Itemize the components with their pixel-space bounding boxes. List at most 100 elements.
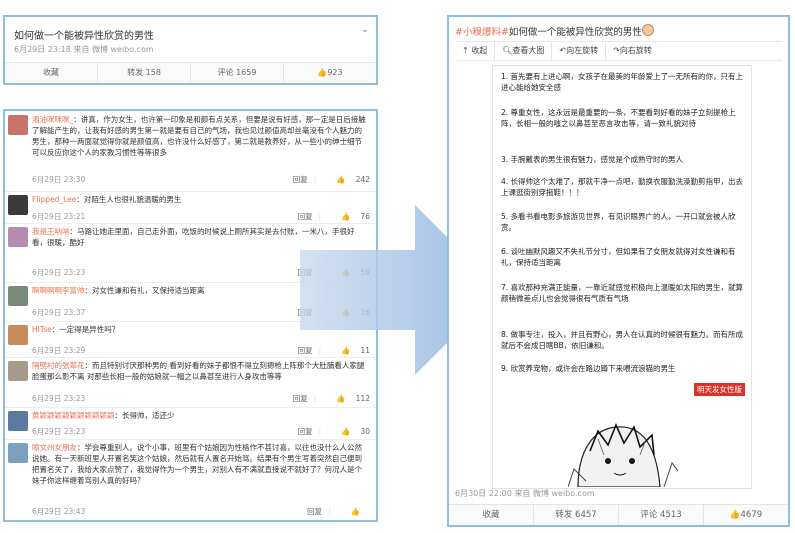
comment-body: ：一定得是异性吗？: [51, 325, 120, 334]
expanded-post-card: #小糗爆料#如何做一个能被异性欣赏的男性 ⇡ 收起 🔍︎查看大图 ↶向左旋转 ↷…: [447, 15, 790, 527]
comment-text: 喻文州女朋友：学会尊重别人。说个小事，班里有个姑娘因为性格作不甚讨喜，以往也没什…: [32, 442, 369, 486]
comment-time: 6月29日 23:21: [32, 212, 86, 221]
thumb-up-icon: 👍: [729, 510, 741, 520]
collapse-button[interactable]: ⇡ 收起: [455, 42, 496, 60]
comment-username[interactable]: Flipped_Lee: [32, 195, 76, 204]
divider: |: [313, 175, 317, 184]
comment-button[interactable]: 评论 4513: [618, 505, 703, 525]
post-action-bar: 收藏 转发 6457 评论 4513 👍4679: [449, 504, 788, 525]
avatar[interactable]: [8, 227, 28, 247]
comment-username[interactable]: 啊啊啊啊李富帅: [32, 286, 85, 295]
thumb-up-icon: 👍: [336, 175, 346, 184]
comment-body: ：对女性谦和有礼，又保持适当距离: [84, 286, 205, 295]
reply-button[interactable]: 回复: [293, 394, 308, 403]
emoji-icon: [641, 24, 654, 36]
comment-item: 喻文州女朋友：学会尊重别人。说个小事，班里有个姑娘因为性格作不甚讨喜，以往也没什…: [5, 439, 376, 520]
favorite-button[interactable]: 收藏: [449, 505, 533, 525]
comment-body: ：讲真，作为女生，也许第一印象是和颜有点关系，但要是说有好感，那一定是日后接触了…: [32, 115, 366, 157]
post-title: #小糗爆料#如何做一个能被异性欣赏的男性: [455, 24, 654, 38]
avatar[interactable]: [8, 361, 28, 381]
hashtag-link[interactable]: #小糗爆料#: [455, 27, 509, 38]
rotate-right-button[interactable]: ↷向右旋转: [606, 42, 659, 60]
comment-body: ：学会尊重别人。说个小事，班里有个姑娘因为性格作不甚讨喜，以往也没什么人公然说她…: [32, 443, 362, 485]
comment-actions: 回复 | 👍 30: [288, 426, 370, 437]
avatar[interactable]: [8, 115, 28, 135]
comment-time: 6月29日 23:43: [32, 507, 86, 516]
rotate-right-label: 向右旋转: [619, 46, 652, 55]
comment-time: 6月29日 23:30: [32, 175, 86, 184]
tip-item: 6. 谈吐幽默风趣又不失礼节分寸，但如果有了女朋友就得对女性谦和有礼，保持适当距…: [501, 247, 736, 267]
post-title-text: 如何做一个能被异性欣赏的男性: [508, 27, 642, 38]
magnifier-icon: 🔍︎: [502, 46, 513, 55]
comment-time: 6月29日 23:37: [32, 308, 86, 317]
like-count: 4679: [740, 510, 763, 520]
like-count: 923: [327, 68, 343, 77]
comment-item: 黄颖颖颖颖颖颖颖颖颖颖：长得帅，适还少 6月29日 23:23 回复 | 👍 30: [5, 407, 376, 440]
post-meta: 6月29日 23:18 来自 微博 weibo.com: [14, 45, 154, 54]
repost-button[interactable]: 转发 158: [97, 63, 190, 83]
comment-button[interactable]: 评论 1659: [190, 63, 283, 83]
comment-body: ：对陌生人也很礼貌温暖的男生: [76, 195, 182, 204]
comment-username[interactable]: 隔壁村的张翠花: [32, 361, 85, 370]
thumb-up-icon: 👍: [350, 507, 360, 516]
chevron-down-icon[interactable]: ⌄: [361, 24, 369, 35]
comment-like-count: 112: [355, 394, 370, 403]
view-large-button[interactable]: 🔍︎查看大图: [495, 42, 553, 60]
rotate-left-label: 向左旋转: [566, 46, 599, 55]
comment-username[interactable]: 黄颖颖颖颖颖颖颖颖颖颖: [32, 411, 115, 420]
thumb-up-icon: 👍: [336, 394, 346, 403]
comment-username[interactable]: HITse: [32, 325, 52, 334]
post-meta: 6月30日 22:00 来自 微博 weibo.com: [455, 489, 595, 498]
reply-button[interactable]: 回复: [307, 507, 322, 516]
comment-item: 湘油咪咪咪_：讲真，作为女生，也许第一印象是和颜有点关系，但要是说有好感，那一定…: [5, 111, 376, 192]
divider: |: [318, 427, 322, 436]
comment-like-button[interactable]: 👍 242: [326, 175, 370, 184]
like-button[interactable]: 👍923: [283, 63, 376, 83]
comment-text: Flipped_Lee：对陌生人也很礼貌温暖的男生: [32, 194, 369, 205]
collapse-label: 收起: [471, 46, 488, 55]
tip-item: 4. 长得帅这个太难了，那就干净一点吧，勤换衣服勤洗澡勤剪指甲，出去上课逛街别穿…: [501, 177, 744, 197]
avatar[interactable]: [8, 325, 28, 345]
reply-button[interactable]: 回复: [298, 427, 313, 436]
comment-text: 湘油咪咪咪_：讲真，作为女生，也许第一印象是和颜有点关系，但要是说有好感，那一定…: [32, 114, 369, 158]
comment-like-button[interactable]: 👍 30: [331, 427, 370, 436]
avatar[interactable]: [8, 195, 28, 215]
rotate-left-button[interactable]: ↶向左旋转: [552, 42, 607, 60]
comment-username[interactable]: 湘油咪咪咪_: [32, 115, 73, 124]
repost-button[interactable]: 转发 6457: [533, 505, 618, 525]
comment-like-button[interactable]: 👍: [341, 507, 370, 516]
comment-time: 6月29日 23:23: [32, 427, 86, 436]
comment-username[interactable]: 我是王呐呐: [32, 227, 70, 236]
image-toolbar: ⇡ 收起 🔍︎查看大图 ↶向左旋转 ↷向右旋转: [455, 41, 782, 61]
comment-like-count: 30: [360, 427, 370, 436]
divider: |: [328, 507, 331, 516]
tip-item: 9. 欣赏养宠物，或许会在路边蹲下来喂流浪猫的男生: [501, 364, 676, 373]
tip-item: 3. 手腕戴表的男生很有魅力，感觉是个成熟守时的男人: [501, 155, 684, 164]
reply-button[interactable]: 回复: [293, 175, 308, 184]
comment-time: 6月29日 23:23: [32, 268, 86, 277]
comment-text: 黄颖颖颖颖颖颖颖颖颖颖：长得帅，适还少: [32, 410, 369, 421]
avatar[interactable]: [8, 411, 28, 431]
divider: |: [313, 394, 317, 403]
avatar[interactable]: [8, 286, 28, 306]
manga-illustration: [568, 422, 678, 487]
post-action-bar: 收藏 转发 158 评论 1659 👍923: [5, 62, 376, 83]
tip-item: 5. 多看书看电影多旅游见世界，有见识眼界广的人，一开口就会被人欣赏。: [501, 212, 736, 232]
tip-item: 2. 尊重女性，这永远是最重要的一条，不要看到好看的妹子立刻提枪上阵，长相一般的…: [501, 108, 736, 128]
avatar[interactable]: [8, 443, 28, 463]
thumb-up-icon: 👍: [317, 68, 328, 77]
comment-actions: 回复 | 👍 242: [283, 174, 370, 185]
comment-body: ：长得帅，适还少: [114, 411, 175, 420]
tip-item: 8. 做事专注，投入，并且有野心，男人在认真的时候很有魅力。而有所成就后不会成日…: [501, 330, 744, 350]
tip-item: 1. 首先要有上进心啊，女孩子在最美的年龄爱上了一无所有的你，只有上进心能给她安…: [501, 72, 744, 92]
comment-like-count: 242: [355, 175, 370, 184]
post-image[interactable]: 1. 首先要有上进心啊，女孩子在最美的年龄爱上了一无所有的你，只有上进心能给她安…: [492, 65, 752, 489]
comment-like-button[interactable]: 👍 112: [326, 394, 370, 403]
comment-username[interactable]: 喻文州女朋友: [32, 443, 77, 452]
comment-actions: 回复 | 👍: [297, 506, 370, 517]
comment-time: 6月29日 23:29: [32, 346, 86, 355]
favorite-button[interactable]: 收藏: [5, 63, 97, 83]
post-summary-card: 如何做一个能被异性欣赏的男性 6月29日 23:18 来自 微博 weibo.c…: [3, 15, 378, 85]
like-button[interactable]: 👍4679: [703, 505, 788, 525]
post-title[interactable]: 如何做一个能被异性欣赏的男性: [14, 27, 154, 42]
